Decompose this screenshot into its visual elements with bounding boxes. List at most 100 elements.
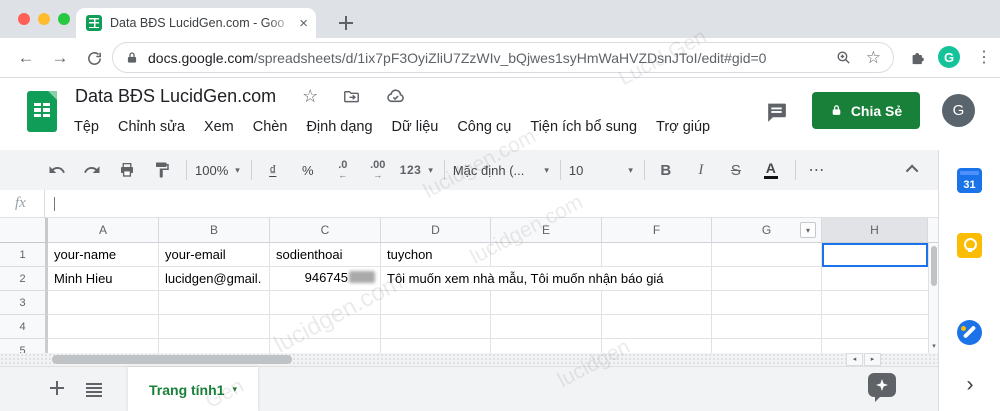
scroll-right-icon[interactable]: ▸ — [864, 353, 881, 366]
zoom-select[interactable]: 100%▾ — [195, 157, 240, 183]
star-document-button[interactable]: ☆ — [302, 86, 318, 107]
sheet-bar: Trang tính1 ▾ — [0, 366, 938, 411]
menu-insert[interactable]: Chèn — [253, 119, 288, 135]
print-icon — [118, 161, 136, 179]
vertical-scrollbar[interactable]: ▾ — [928, 243, 938, 353]
menu-format[interactable]: Định dạng — [306, 119, 372, 135]
format-percent-button[interactable]: % — [295, 157, 321, 183]
new-tab-button[interactable] — [332, 9, 360, 37]
menu-tools[interactable]: Công cụ — [457, 119, 511, 135]
row-header-3[interactable]: 3 — [0, 291, 48, 315]
close-window-button[interactable] — [18, 13, 30, 25]
browser-tab[interactable]: Data BĐS LucidGen.com - Goo × — [76, 8, 316, 38]
column-header-h[interactable]: H — [822, 218, 928, 243]
formula-input-caret[interactable] — [54, 197, 55, 211]
horizontal-scrollbar-thumb[interactable] — [52, 355, 292, 364]
text-color-button[interactable]: A — [758, 157, 784, 183]
column-header-e[interactable]: E — [491, 218, 602, 243]
save-status-button[interactable] — [385, 86, 406, 107]
account-avatar[interactable]: G — [942, 94, 975, 127]
format-currency-button[interactable]: ₫ — [260, 157, 286, 183]
document-title[interactable]: Data BĐS LucidGen.com — [75, 86, 276, 107]
selected-cell-h1[interactable] — [822, 243, 928, 267]
menu-view[interactable]: Xem — [204, 119, 234, 135]
redo-button[interactable] — [79, 157, 105, 183]
cell-c2[interactable]: 946745 — [270, 270, 378, 285]
more-toolbar-button[interactable]: ⋯ — [804, 157, 830, 183]
all-sheets-button[interactable] — [86, 383, 102, 397]
column-dropdown-button[interactable]: ▾ — [800, 222, 816, 238]
cell-a1[interactable]: your-name — [54, 247, 116, 262]
share-button[interactable]: Chia Sẻ — [812, 92, 920, 129]
menu-help[interactable]: Trợ giúp — [656, 119, 710, 135]
menu-edit[interactable]: Chỉnh sửa — [118, 119, 185, 135]
sheet-tab-active[interactable]: Trang tính1 ▾ — [128, 367, 258, 411]
extensions-button[interactable] — [906, 46, 930, 70]
ellipsis-icon: ⋯ — [808, 160, 825, 180]
row-header-2[interactable]: 2 — [0, 267, 48, 291]
cell-b1[interactable]: your-email — [165, 247, 226, 262]
print-button[interactable] — [114, 157, 140, 183]
cell-c1[interactable]: sodienthoai — [276, 247, 343, 262]
select-all-corner[interactable] — [0, 218, 48, 243]
google-sheets-window: Data BĐS LucidGen.com - Goo × ← → docs.g… — [0, 0, 1000, 411]
zoom-page-button[interactable] — [835, 49, 852, 66]
font-select[interactable]: Mặc định (...▾ — [453, 157, 549, 183]
spreadsheet-grid[interactable]: 1 2 3 4 5 your-name your-email sodientho… — [0, 243, 928, 353]
horizontal-scrollbar[interactable]: ◂ ▸ — [0, 353, 938, 366]
undo-button[interactable] — [44, 157, 70, 183]
sheet-tab-menu-icon[interactable]: ▾ — [232, 384, 237, 395]
address-bar[interactable]: docs.google.com/spreadsheets/d/1ix7pF3Oy… — [112, 42, 894, 73]
tasks-icon[interactable] — [957, 320, 982, 345]
explore-button[interactable] — [868, 373, 896, 397]
scroll-left-icon[interactable]: ◂ — [846, 353, 863, 366]
hide-menus-button[interactable] — [909, 165, 918, 174]
bookmark-star-button[interactable]: ☆ — [866, 48, 881, 68]
add-sheet-button[interactable] — [50, 381, 64, 395]
collapse-side-panel-button[interactable]: › — [939, 373, 1000, 397]
tab-close-icon[interactable]: × — [299, 15, 308, 32]
keep-icon[interactable] — [957, 233, 982, 258]
calendar-icon[interactable]: 31 — [957, 168, 982, 193]
redo-icon — [83, 161, 101, 179]
menu-data[interactable]: Dữ liệu — [392, 119, 439, 135]
comment-history-button[interactable] — [764, 100, 789, 125]
maximize-window-button[interactable] — [58, 13, 70, 25]
column-header-c[interactable]: C — [270, 218, 381, 243]
more-formats-button[interactable]: 123▾ — [400, 157, 433, 183]
font-size-select[interactable]: 10▾ — [569, 157, 633, 183]
menu-bar: Tệp Chỉnh sửa Xem Chèn Định dạng Dữ liệu… — [74, 119, 710, 135]
cell-a2[interactable]: Minh Hieu — [54, 271, 113, 286]
column-header-a[interactable]: A — [48, 218, 159, 243]
scroll-down-icon[interactable]: ▾ — [929, 340, 939, 353]
row-header-4[interactable]: 4 — [0, 315, 48, 339]
cloud-check-icon — [385, 86, 406, 107]
grammarly-extension-icon[interactable]: G — [938, 46, 960, 68]
move-to-folder-button[interactable] — [342, 87, 361, 106]
cell-b2[interactable]: lucidgen@gmail. — [165, 271, 268, 286]
url-text: docs.google.com/spreadsheets/d/1ix7pF3Oy… — [148, 50, 821, 66]
vertical-scrollbar-thumb[interactable] — [931, 246, 937, 286]
minimize-window-button[interactable] — [38, 13, 50, 25]
paint-format-button[interactable] — [149, 157, 175, 183]
menu-addons[interactable]: Tiện ích bổ sung — [530, 119, 637, 135]
strikethrough-button[interactable]: S — [723, 157, 749, 183]
decrease-decimal-button[interactable]: .0← — [330, 157, 356, 183]
cell-d1[interactable]: tuychon — [387, 247, 433, 262]
bold-button[interactable]: B — [653, 157, 679, 183]
column-header-f[interactable]: F — [602, 218, 712, 243]
increase-decimal-button[interactable]: .00→ — [365, 157, 391, 183]
row-header-1[interactable]: 1 — [0, 243, 48, 267]
column-header-b[interactable]: B — [159, 218, 270, 243]
column-header-d[interactable]: D — [381, 218, 491, 243]
menu-file[interactable]: Tệp — [74, 119, 99, 135]
sheets-logo-icon[interactable] — [27, 91, 57, 132]
logo-fold — [48, 91, 57, 100]
browser-menu-button[interactable]: ⋮ — [974, 46, 994, 70]
column-header-g[interactable]: G▾ — [712, 218, 822, 243]
italic-button[interactable]: I — [688, 157, 714, 183]
reload-button[interactable] — [82, 46, 106, 70]
cell-d2[interactable]: Tôi muốn xem nhà mẫu, Tôi muốn nhận báo … — [382, 267, 664, 290]
back-button[interactable]: ← — [14, 46, 38, 70]
forward-button[interactable]: → — [48, 46, 72, 70]
